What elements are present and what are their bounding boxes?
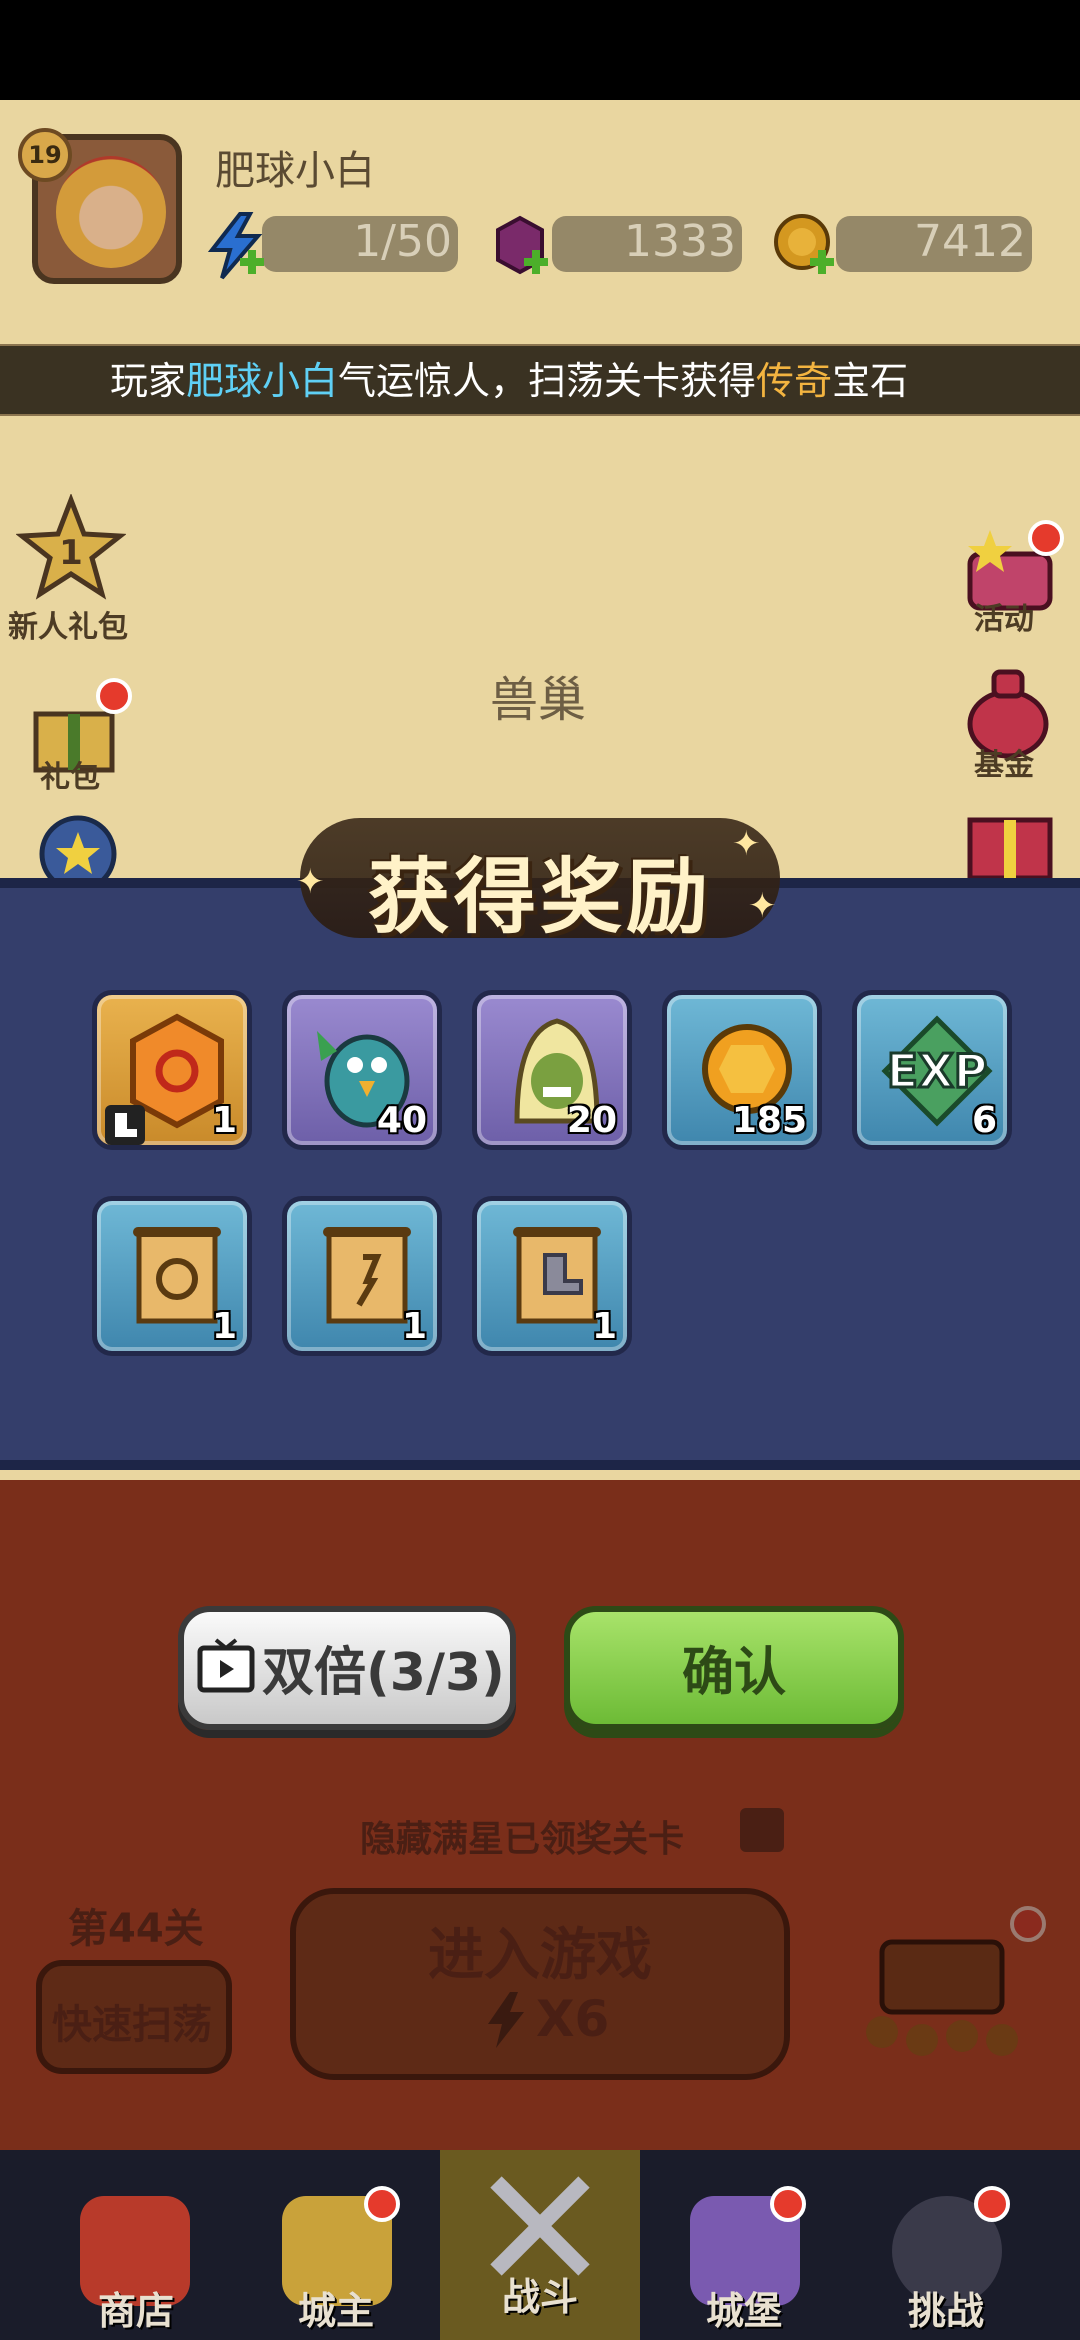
boot-badge-icon [105,1105,145,1145]
newbie-pack-label[interactable]: 新人礼包 [8,602,128,646]
avatar-face [56,156,166,268]
reward-qty: 6 [971,1100,997,1141]
announcement-text: 玩家肥球小白气运惊人，扫荡关卡获得传奇宝石 [110,359,909,403]
reward-qty: 185 [731,1100,807,1141]
confirm-label: 确认 [681,1643,786,1703]
reward-slot-staff-scroll[interactable]: 1 [282,1196,442,1356]
enter-game-label: 进入游戏 [428,1923,652,1988]
announcement-player: 肥球小白 [186,359,339,403]
nav-castle[interactable]: 城堡 [664,2280,824,2335]
reward-slot-ring-scroll[interactable]: 1 [92,1196,252,1356]
reward-slot-coin[interactable]: 185 [662,990,822,1150]
gem-icon[interactable] [484,210,556,282]
reward-slot-gem[interactable]: 1 [92,990,252,1150]
reward-panel [0,878,1080,1470]
nav-lord[interactable]: 城主 [256,2280,416,2335]
gem-value: 1333 [624,216,736,267]
coin-value: 7412 [914,216,1026,267]
chest-notification-dot [1010,1906,1046,1942]
sparkle-icon: ✦ [732,824,761,864]
shop-gift-icon[interactable] [962,806,1058,878]
activity-notification-dot [1028,520,1064,556]
level-label: 第44关 [68,1906,204,1952]
sparkle-icon: ✦ [296,862,325,902]
gift-notification-dot [96,678,132,714]
nav-battle[interactable]: 战斗 [460,2266,620,2321]
reward-slot-hooded-hero[interactable]: 20 [472,990,632,1150]
announcement-item: 传奇 [756,359,833,403]
stage-name: 兽巢 [490,672,587,728]
reward-qty: 1 [211,1306,237,1347]
reward-qty: 20 [566,1100,617,1141]
exp-label: EXP [887,1044,988,1098]
reward-slot-boot-scroll[interactable]: 1 [472,1196,632,1356]
tv-ad-icon [197,1638,255,1693]
reward-slot-bird-hero[interactable]: 40 [282,990,442,1150]
reward-qty: 1 [211,1100,237,1141]
reward-qty: 40 [376,1100,427,1141]
reward-slot-exp[interactable]: EXP 6 [852,990,1012,1150]
lord-notification-dot [364,2186,400,2222]
player-name: 肥球小白 [215,148,375,194]
activity-label[interactable]: 活动 [974,594,1034,638]
challenge-notification-dot [974,2186,1010,2222]
reward-title: 获得奖励 [367,850,712,945]
energy-value: 1/50 [353,216,452,267]
svg-text:1: 1 [59,533,83,573]
sparkle-icon: ✦ [748,886,777,926]
castle-notification-dot [770,2186,806,2222]
hidden-stars-label: 隐藏满星已领奖关卡 [360,1819,685,1860]
nav-challenge[interactable]: 挑战 [866,2280,1026,2335]
cost-lightning-icon [488,1992,524,2048]
reward-qty: 1 [591,1306,617,1347]
level-badge: 19 [18,128,72,182]
quick-sweep-label: 快速扫荡 [52,2002,212,2048]
lightning-icon[interactable] [200,210,272,282]
gift-label[interactable]: 礼包 [40,752,100,796]
star-icon[interactable]: 1 [16,494,126,604]
status-bar [0,0,1080,100]
round-star-icon[interactable] [36,812,120,878]
energy-cost: X6 [536,1990,610,2048]
hidden-stars-checkbox[interactable] [740,1808,784,1852]
nav-shop[interactable]: 商店 [56,2280,216,2335]
coin-icon[interactable] [770,210,842,282]
double-reward-label: 双倍(3/3) [262,1643,505,1703]
reward-qty: 1 [401,1306,427,1347]
fund-label[interactable]: 基金 [974,740,1034,784]
